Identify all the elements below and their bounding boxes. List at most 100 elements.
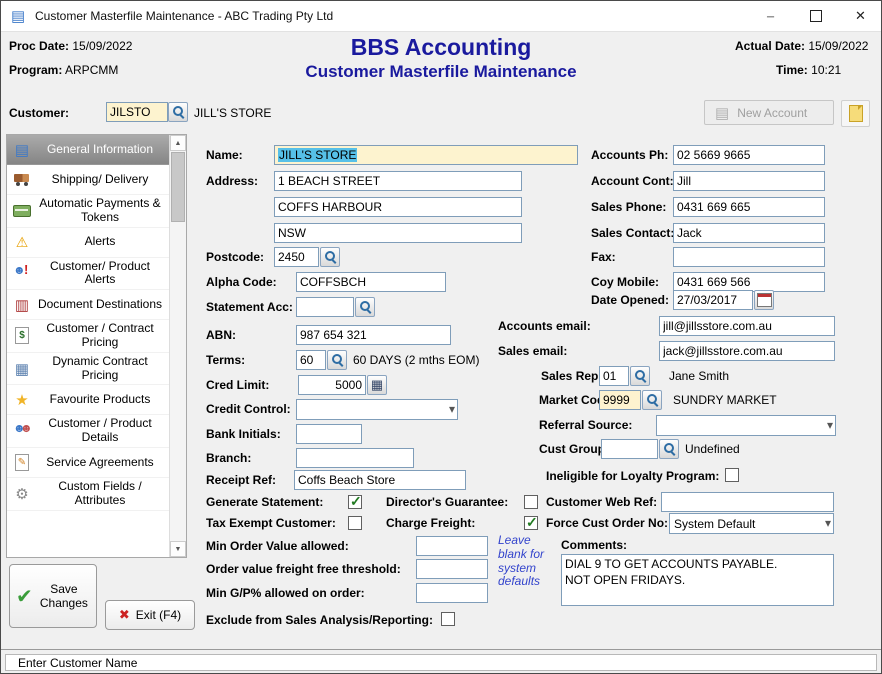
exit-button[interactable]: Exit (F4) [105,600,195,630]
sidebar: General Information Shipping/ Delivery A… [6,134,187,558]
sidebar-item-automatic-payments[interactable]: Automatic Payments & Tokens [7,195,169,228]
min-gp-input[interactable] [416,583,488,603]
bank-initials-input[interactable] [296,424,362,444]
scrollbar-thumb[interactable] [171,152,185,222]
market-code-input[interactable] [599,390,641,410]
new-account-label: New Account [737,106,807,120]
save-changes-button[interactable]: Save Changes [9,564,97,628]
cust-group-lookup-button[interactable] [659,439,679,459]
min-order-value-input[interactable] [416,536,488,556]
cust-group-label: Cust Group: [539,442,609,456]
tax-exempt-checkbox[interactable] [348,516,362,530]
sales-rep-input[interactable] [599,366,629,386]
exclude-sales-analysis-checkbox[interactable] [441,612,455,626]
cust-group-input[interactable] [601,439,658,459]
scroll-down-button[interactable] [170,541,186,557]
charge-freight-checkbox[interactable] [524,516,538,530]
truck-icon [13,172,31,187]
sales-rep-lookup-button[interactable] [630,366,650,386]
sidebar-item-alerts[interactable]: Alerts [7,228,169,258]
sidebar-item-dynamic-contract-pricing[interactable]: Dynamic Contract Pricing [7,353,169,386]
status-bar: Enter Customer Name [1,649,881,674]
freight-free-threshold-input[interactable] [416,559,488,579]
postcode-label: Postcode: [206,250,264,264]
sidebar-scrollbar[interactable] [169,135,186,557]
contract-pricing-icon [15,327,29,344]
postcode-lookup-button[interactable] [320,247,340,267]
account-cont-label: Account Cont: [591,174,674,188]
sales-phone-label: Sales Phone: [591,200,666,214]
accounts-email-input[interactable] [659,316,835,336]
coy-mobile-label: Coy Mobile: [591,275,659,289]
save-changes-label: Save Changes [38,582,90,611]
terms-lookup-button[interactable] [327,350,347,370]
customer-code-input[interactable] [106,102,168,122]
exit-cross-icon [119,607,130,623]
statement-acc-lookup-button[interactable] [355,297,375,317]
bank-initials-label: Bank Initials: [206,427,281,441]
dropdown-arrow-icon [449,402,455,416]
address-line3-input[interactable] [274,223,522,243]
date-opened-input[interactable] [673,290,753,310]
referral-source-label: Referral Source: [539,418,632,432]
charge-freight-label: Charge Freight: [386,516,475,530]
customer-name-input[interactable]: JILL'S STORE [274,145,578,165]
abn-input[interactable] [296,325,451,345]
branch-input[interactable] [296,448,414,468]
coy-mobile-input[interactable] [673,272,825,292]
sales-contact-label: Sales Contact: [591,226,674,240]
sidebar-item-customer-contract-pricing[interactable]: Customer / Contract Pricing [7,320,169,353]
statement-acc-input[interactable] [296,297,354,317]
directors-guarantee-checkbox[interactable] [524,495,538,509]
force-cust-order-no-select[interactable]: System Default [669,513,834,534]
alpha-code-label: Alpha Code: [206,275,277,289]
market-code-lookup-button[interactable] [642,390,662,410]
new-document-button[interactable] [841,100,870,127]
sidebar-item-general-information[interactable]: General Information [7,135,169,165]
account-cont-input[interactable] [673,171,825,191]
minimize-button[interactable] [748,1,793,31]
scroll-up-button[interactable] [170,135,186,151]
ineligible-loyalty-checkbox[interactable] [725,468,739,482]
generate-statement-checkbox[interactable] [348,495,362,509]
address-line2-input[interactable] [274,197,522,217]
sidebar-item-label: Customer / Contract Pricing [34,322,166,350]
ineligible-loyalty-label: Ineligible for Loyalty Program: [546,469,719,483]
close-button[interactable] [838,1,882,31]
comments-box[interactable]: DIAL 9 TO GET ACCOUNTS PAYABLE. NOT OPEN… [561,554,834,606]
customer-lookup-button[interactable] [168,102,188,122]
sales-phone-input[interactable] [673,197,825,217]
sales-contact-input[interactable] [673,223,825,243]
cred-limit-calculator-button[interactable] [367,375,387,395]
alpha-code-input[interactable] [296,272,446,292]
customer-name-text: JILL'S STORE [194,106,271,120]
people-alert-icon [13,266,31,280]
sidebar-item-custom-fields[interactable]: Custom Fields / Attributes [7,478,169,511]
date-opened-calendar-button[interactable] [754,290,774,310]
terms-input[interactable] [296,350,326,370]
sidebar-item-customer-product-details[interactable]: Customer / Product Details [7,415,169,448]
freight-free-threshold-label: Order value freight free threshold: [206,562,401,576]
min-order-value-label: Min Order Value allowed: [206,539,349,553]
sales-email-input[interactable] [659,341,835,361]
maximize-button[interactable] [793,1,838,31]
postcode-input[interactable] [274,247,319,267]
referral-source-select[interactable] [656,415,836,436]
accounts-ph-input[interactable] [673,145,825,165]
new-account-button[interactable]: New Account [704,100,834,125]
sidebar-item-favourite-products[interactable]: Favourite Products [7,385,169,415]
sidebar-item-customer-product-alerts[interactable]: Customer/ Product Alerts [7,258,169,291]
branch-label: Branch: [206,451,251,465]
sidebar-item-document-destinations[interactable]: Document Destinations [7,290,169,320]
cred-limit-input[interactable] [298,375,366,395]
receipt-ref-label: Receipt Ref: [206,473,276,487]
customer-web-ref-input[interactable] [661,492,834,512]
sidebar-item-shipping-delivery[interactable]: Shipping/ Delivery [7,165,169,195]
credit-control-select[interactable] [296,399,458,420]
sidebar-item-service-agreements[interactable]: Service Agreements [7,448,169,478]
fax-input[interactable] [673,247,825,267]
fax-label: Fax: [591,250,616,264]
receipt-ref-input[interactable] [294,470,466,490]
market-code-description: SUNDRY MARKET [673,393,777,407]
address-line1-input[interactable] [274,171,522,191]
